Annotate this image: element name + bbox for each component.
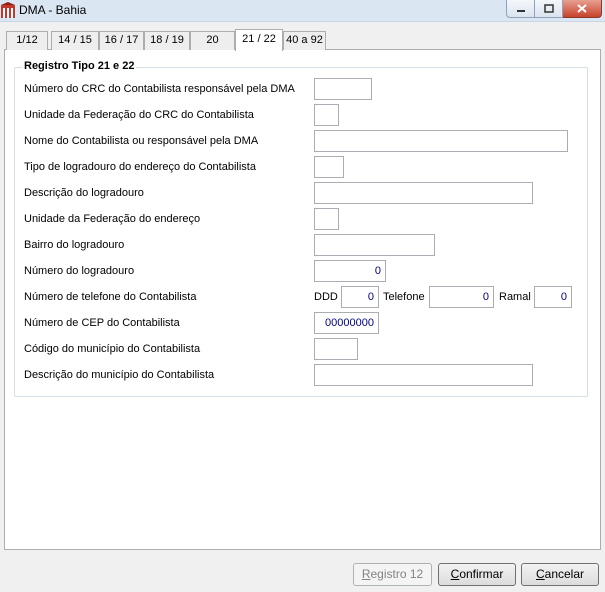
tab-20[interactable]: 20: [190, 31, 235, 50]
uf-endereco-field[interactable]: [314, 208, 339, 230]
cep-label: Número de CEP do Contabilista: [24, 317, 180, 329]
numero-field[interactable]: 0: [314, 260, 386, 282]
crc-uf-label: Unidade da Federação do CRC do Contabili…: [24, 109, 254, 121]
ramal-label: Ramal: [499, 291, 531, 303]
registro-12-label: egistro 12: [370, 567, 424, 581]
tab-21-22[interactable]: 21 / 22: [235, 29, 283, 51]
minimize-button[interactable]: [506, 0, 535, 18]
window-title: DMA - Bahia: [19, 3, 87, 17]
confirmar-button[interactable]: Confirmar: [438, 563, 516, 586]
cancelar-mnemonic: C: [535, 567, 545, 581]
nome-field[interactable]: [314, 130, 568, 152]
descricao-municipio-label: Descrição do município do Contabilista: [24, 369, 215, 381]
tab-40-a-92[interactable]: 40 a 92: [283, 31, 326, 50]
tipo-logradouro-label: Tipo de logradouro do endereço do Contab…: [24, 161, 256, 173]
uf-endereco-label: Unidade da Federação do endereço: [24, 213, 201, 225]
crc-numero-field[interactable]: [314, 78, 372, 100]
minimize-icon: [516, 9, 525, 12]
close-button[interactable]: [563, 0, 602, 18]
group-title: Registro Tipo 21 e 22: [22, 60, 137, 72]
registro-12-button[interactable]: Registro 12: [353, 563, 432, 586]
descricao-municipio-field[interactable]: [314, 364, 533, 386]
maximize-icon: [543, 4, 554, 13]
numero-label: Número do logradouro: [24, 265, 135, 277]
descricao-logradouro-field[interactable]: [314, 182, 533, 204]
crc-numero-label: Número do CRC do Contabilista responsáve…: [24, 83, 295, 95]
tipo-logradouro-field[interactable]: [314, 156, 344, 178]
ddd-field[interactable]: 0: [341, 286, 379, 308]
confirmar-label: onfirmar: [459, 567, 504, 581]
app-icon: [1, 2, 15, 18]
telefone-label: Número de telefone do Contabilista: [24, 291, 197, 303]
ddd-label: DDD: [314, 291, 338, 303]
codigo-municipio-field[interactable]: [314, 338, 358, 360]
bairro-label: Bairro do logradouro: [24, 239, 125, 251]
cancelar-button[interactable]: Cancelar: [521, 563, 599, 586]
cancelar-label: ancelar: [544, 567, 585, 581]
close-icon: [577, 4, 587, 13]
ramal-field[interactable]: 0: [534, 286, 572, 308]
crc-uf-field[interactable]: [314, 104, 339, 126]
bairro-field[interactable]: [314, 234, 435, 256]
codigo-municipio-label: Código do município do Contabilista: [24, 343, 201, 355]
maximize-button[interactable]: [535, 0, 563, 18]
tab-14-15[interactable]: 14 / 15: [51, 31, 99, 50]
descricao-logradouro-label: Descrição do logradouro: [24, 187, 144, 199]
telefone-inline-label: Telefone: [383, 291, 425, 303]
nome-label: Nome do Contabilista ou responsável pela…: [24, 135, 259, 147]
title-bar: DMA - Bahia: [0, 0, 605, 22]
cep-field[interactable]: 00000000: [314, 312, 379, 334]
tab-16-17[interactable]: 16 / 17: [99, 31, 144, 50]
tab-18-19[interactable]: 18 / 19: [144, 31, 190, 50]
tab-1-12[interactable]: 1/12: [6, 31, 48, 50]
telefone-field[interactable]: 0: [429, 286, 494, 308]
